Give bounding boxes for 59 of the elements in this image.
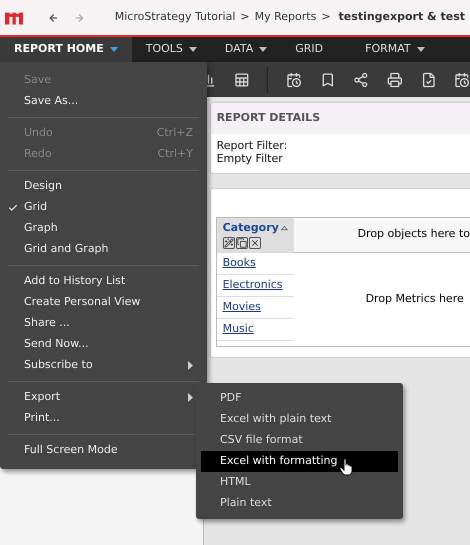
panel-title: REPORT DETAILS xyxy=(210,103,470,134)
row-link[interactable]: Movies xyxy=(222,298,261,316)
caret-icon xyxy=(110,47,118,52)
menu-item[interactable]: Grid and Graph xyxy=(8,239,199,260)
duplicate-icon[interactable] xyxy=(236,237,248,249)
menu-tab[interactable]: GRID xyxy=(281,37,352,62)
menu-item[interactable]: Subscribe to xyxy=(8,355,199,376)
breadcrumb-link[interactable]: MicroStrategy Tutorial xyxy=(114,9,236,26)
grid-icon[interactable] xyxy=(234,72,250,88)
filter-text: Empty Filter xyxy=(216,152,284,164)
shortcut-text: Ctrl+Z xyxy=(156,125,193,142)
caret-icon xyxy=(259,47,268,52)
check-icon xyxy=(8,202,18,212)
menu-item[interactable]: Full Screen Mode xyxy=(8,440,199,461)
share-icon[interactable] xyxy=(353,72,370,88)
menu-item[interactable]: Print... xyxy=(8,408,199,429)
row-link[interactable]: Music xyxy=(222,320,254,338)
breadcrumb-separator: > xyxy=(321,9,331,26)
caret-icon xyxy=(416,47,425,52)
row-link[interactable]: Electronics xyxy=(222,276,283,294)
sort-icon[interactable] xyxy=(280,224,288,232)
menu-tab[interactable]: FORMAT xyxy=(351,37,439,62)
menu-item[interactable]: Send Now... xyxy=(8,334,199,355)
menu-item[interactable]: Graph xyxy=(8,218,199,239)
pivot-icon[interactable] xyxy=(222,237,235,249)
submenu-arrow-icon xyxy=(188,361,193,370)
submenu-item[interactable]: Excel with formatting xyxy=(201,451,398,472)
remove-icon[interactable] xyxy=(248,237,261,249)
breadcrumb-separator: > xyxy=(240,9,250,26)
submenu-arrow-icon xyxy=(188,393,193,402)
caret-icon xyxy=(188,47,197,52)
submenu-item[interactable]: Excel with plain text xyxy=(201,409,398,430)
row-link[interactable]: Books xyxy=(222,254,256,272)
metrics-drop-zone: Drop Metrics here xyxy=(364,290,465,307)
menu-item[interactable]: Share ... xyxy=(8,313,199,334)
submenu-item[interactable]: HTML xyxy=(201,472,398,493)
column-drop-zone: Drop objects here to xyxy=(294,218,470,252)
submenu-item[interactable]: CSV file format xyxy=(201,430,398,451)
menu-item[interactable]: Add to History List xyxy=(8,271,199,292)
calendar-clock-icon[interactable] xyxy=(454,72,470,88)
menu-item[interactable]: Export xyxy=(8,387,199,408)
document-check-icon[interactable] xyxy=(420,72,436,88)
menu-tab[interactable]: TOOLS xyxy=(132,37,211,62)
menu-item[interactable]: Create Personal View xyxy=(8,292,199,313)
calendar-clock-icon[interactable] xyxy=(286,72,302,88)
menu-item[interactable]: Grid xyxy=(8,197,199,218)
menu-item[interactable]: Design xyxy=(8,176,199,197)
print-icon[interactable] xyxy=(387,72,403,88)
menu-tab[interactable]: REPORT HOME xyxy=(0,37,132,62)
submenu-item[interactable]: PDF xyxy=(201,388,398,409)
menu-tab[interactable]: DATA xyxy=(210,37,282,62)
filter-text: Report Filter: xyxy=(216,138,288,152)
menu-item[interactable]: Save As... xyxy=(8,91,199,112)
report-title: testingexport & test xyxy=(338,9,465,26)
breadcrumb-link[interactable]: My Reports xyxy=(254,9,316,26)
pointer-hand-icon xyxy=(340,458,354,476)
submenu-item[interactable]: Plain text xyxy=(201,493,398,514)
shortcut-text: Ctrl+Y xyxy=(157,146,193,162)
bookmark-icon[interactable] xyxy=(320,72,336,88)
